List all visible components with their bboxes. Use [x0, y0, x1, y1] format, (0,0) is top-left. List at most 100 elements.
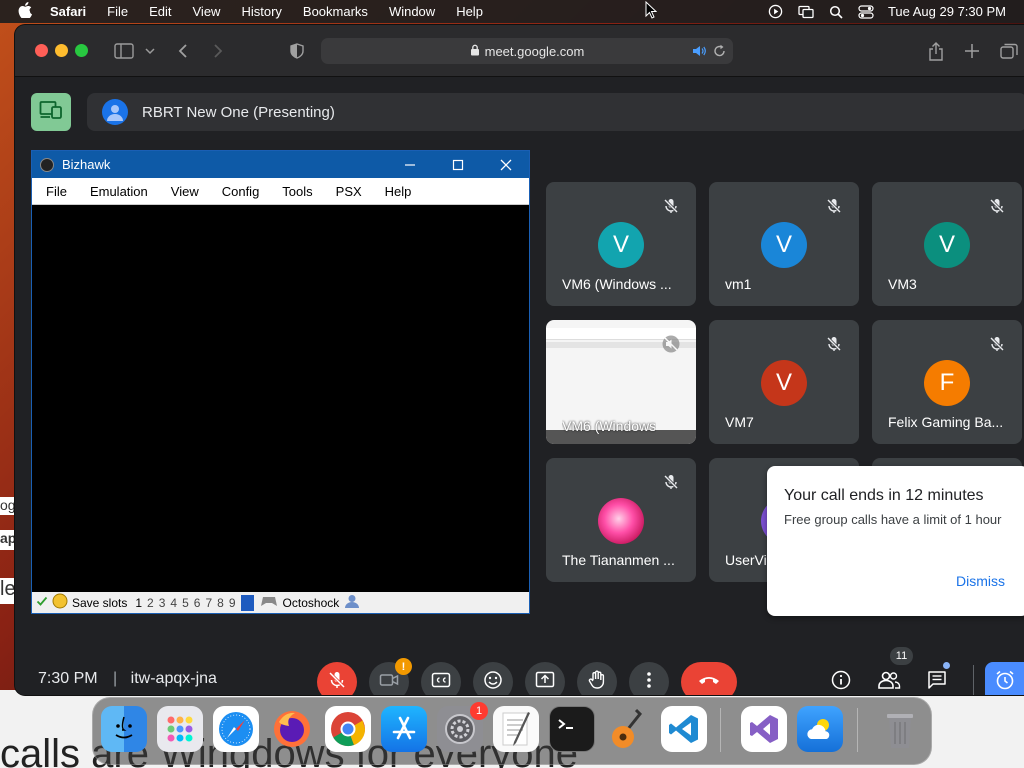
mic-off-icon	[327, 670, 347, 695]
zoom-window-button[interactable]	[75, 44, 88, 57]
participant-avatar: V	[761, 222, 807, 268]
people-button[interactable]	[869, 662, 909, 695]
participant-tile[interactable]: V VM3	[872, 182, 1022, 306]
save-slots-label: Save slots	[72, 595, 128, 610]
chrome-icon[interactable]	[325, 706, 371, 752]
activities-timer-button[interactable]	[985, 662, 1024, 695]
menu-bookmarks[interactable]: Bookmarks	[303, 4, 368, 19]
participant-tile[interactable]: V VM7	[709, 320, 859, 444]
maximize-icon	[435, 151, 481, 178]
meeting-info: 7:30 PM | itw-apqx-jna	[38, 670, 217, 688]
participant-tile[interactable]: V vm1	[709, 182, 859, 306]
participant-tile[interactable]: The Tiananmen ...	[546, 458, 696, 582]
participant-tile[interactable]: F Felix Gaming Ba...	[872, 320, 1022, 444]
apple-icon[interactable]	[18, 2, 36, 21]
menu-view[interactable]: View	[193, 4, 221, 19]
safari-icon[interactable]	[213, 706, 259, 752]
save-slot: 5	[182, 595, 189, 610]
weather-icon[interactable]	[797, 706, 843, 752]
menu-edit[interactable]: Edit	[149, 4, 171, 19]
menu-file[interactable]: File	[107, 4, 128, 19]
bizhawk-menu-view: View	[170, 183, 199, 199]
mic-toggle-button[interactable]	[317, 662, 357, 695]
menu-safari[interactable]: Safari	[50, 4, 86, 19]
meeting-details-button[interactable]	[821, 662, 861, 695]
bizhawk-menu-file: File	[46, 183, 67, 199]
bizhawk-menu-help: Help	[384, 183, 412, 199]
people-icon	[877, 671, 901, 694]
back-icon[interactable]	[175, 40, 191, 62]
safari-toolbar: meet.google.com	[15, 25, 1024, 77]
bizhawk-menu-psx: PSX	[335, 183, 362, 199]
app-store-icon[interactable]	[381, 706, 427, 752]
participant-name: VM3	[888, 276, 917, 292]
terminal-icon[interactable]	[549, 706, 595, 752]
menu-history[interactable]: History	[241, 4, 281, 19]
minimize-icon	[387, 151, 433, 178]
launchpad-icon[interactable]	[157, 706, 203, 752]
minimize-window-button[interactable]	[55, 44, 68, 57]
screen-mirroring-icon[interactable]	[798, 5, 814, 19]
background-window-edge: ogl	[0, 497, 16, 515]
forward-icon[interactable]	[210, 40, 226, 62]
participant-avatar: V	[924, 222, 970, 268]
user-icon	[344, 594, 360, 611]
volume-off-icon	[662, 335, 680, 353]
more-vert-icon	[646, 671, 652, 694]
bizhawk-titlebar: Bizhawk	[32, 151, 529, 178]
presenting-banner: RBRT New One (Presenting)	[87, 93, 1024, 131]
active-slot-indicator	[240, 594, 254, 611]
participant-tile[interactable]: V VM6 (Windows ...	[546, 182, 696, 306]
sidebar-toggle-icon[interactable]	[113, 40, 135, 62]
spotlight-search-icon[interactable]	[828, 5, 844, 19]
share-icon[interactable]	[927, 40, 945, 62]
menubar-clock[interactable]: Tue Aug 29 7:30 PM	[888, 4, 1006, 19]
tab-overview-icon[interactable]	[1000, 40, 1018, 62]
play-circle-icon[interactable]	[768, 4, 784, 19]
firefox-icon[interactable]	[269, 706, 315, 752]
audio-playing-icon[interactable]	[692, 44, 707, 61]
dismiss-button[interactable]: Dismiss	[956, 573, 1005, 589]
chat-button[interactable]	[917, 662, 957, 695]
reload-icon[interactable]	[713, 44, 726, 61]
hand-icon	[588, 670, 606, 695]
visual-studio-icon[interactable]	[741, 706, 787, 752]
mic-off-icon	[988, 335, 1006, 353]
chevron-down-icon[interactable]	[144, 40, 156, 62]
presentation-layout-button[interactable]	[31, 93, 71, 131]
participant-avatar: V	[598, 222, 644, 268]
address-bar[interactable]: meet.google.com	[321, 38, 733, 64]
participant-name: VM6 (Windows	[562, 418, 657, 434]
mic-off-icon	[662, 197, 680, 215]
textedit-icon[interactable]	[493, 706, 539, 752]
control-center-icon[interactable]	[858, 4, 874, 19]
dock-separator	[720, 708, 721, 752]
raise-hand-button[interactable]	[577, 662, 617, 695]
participant-name: The Tiananmen ...	[562, 552, 675, 568]
captions-button[interactable]	[421, 662, 461, 695]
bottom-divider	[973, 665, 974, 695]
trash-icon[interactable]	[877, 706, 923, 752]
emoji-icon	[483, 670, 503, 695]
mic-off-icon	[825, 335, 843, 353]
participant-tile-screen[interactable]: VM6 (Windows	[546, 320, 696, 444]
participant-avatar: V	[761, 360, 807, 406]
leave-call-button[interactable]	[681, 662, 737, 695]
privacy-shield-icon[interactable]	[289, 40, 305, 62]
dock-separator	[857, 708, 858, 752]
present-now-button[interactable]	[525, 662, 565, 695]
bizhawk-title: Bizhawk	[62, 157, 111, 172]
more-options-button[interactable]	[629, 662, 669, 695]
menu-bar: Safari File Edit View History Bookmarks …	[0, 0, 1024, 23]
shared-screen-bizhawk: Bizhawk File Emulation View Config Tools…	[31, 150, 530, 614]
meeting-time: 7:30 PM	[38, 670, 98, 687]
close-window-button[interactable]	[35, 44, 48, 57]
garageband-icon[interactable]	[605, 706, 651, 752]
new-tab-icon[interactable]	[963, 40, 981, 62]
vscode-icon[interactable]	[661, 706, 707, 752]
reactions-button[interactable]	[473, 662, 513, 695]
menu-help[interactable]: Help	[456, 4, 483, 19]
menu-window[interactable]: Window	[389, 4, 435, 19]
finder-icon[interactable]	[101, 706, 147, 752]
notice-title: Your call ends in 12 minutes	[784, 487, 984, 504]
